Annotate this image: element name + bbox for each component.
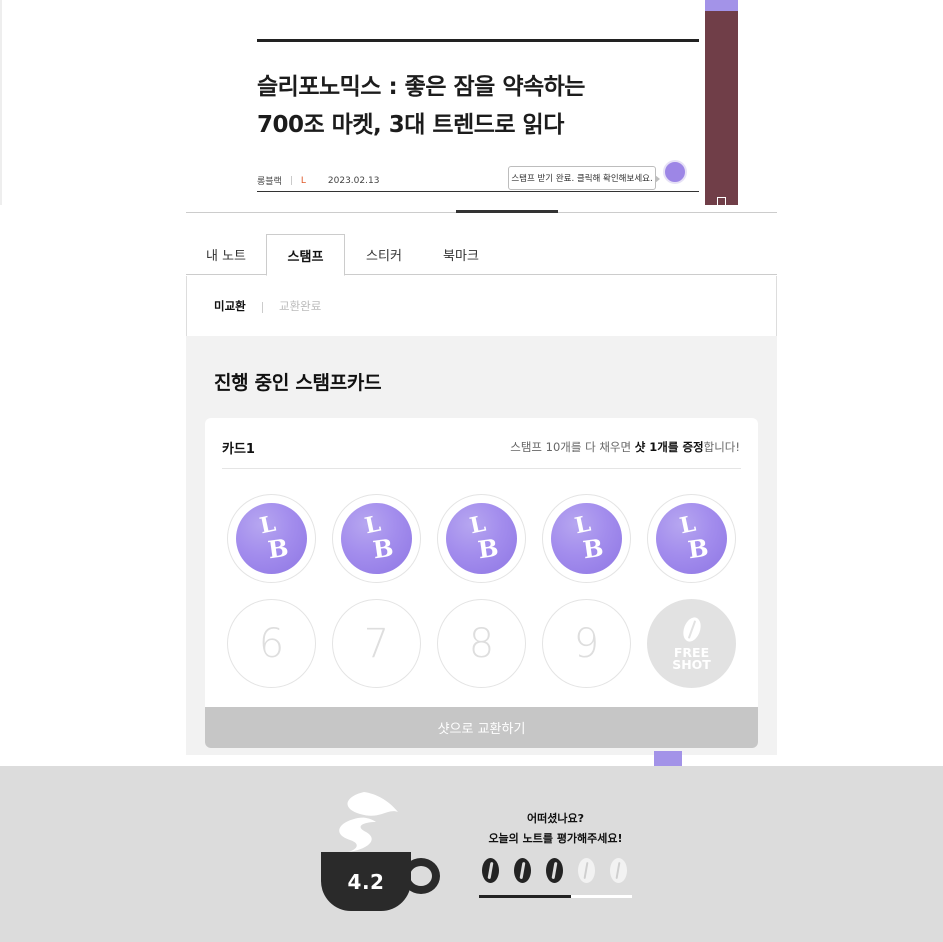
rating-progress-fill [479,895,571,898]
tab-bookmark[interactable]: 북마크 [423,234,499,275]
free-shot-slot: FREE SHOT [647,599,736,688]
article-author[interactable]: 롱블랙 [257,174,282,187]
slot-number: 8 [468,620,495,667]
rating-bean-3[interactable] [546,858,563,883]
redeem-button[interactable]: 샷으로 교환하기 [205,707,758,748]
stamp-slot: LB [542,494,631,583]
coffee-cup-icon: 4.2 [318,788,448,918]
stamp-icon: LB [236,503,307,574]
rating-bean-4[interactable] [578,858,595,883]
stamp-grid: LB LB LB LB LB 6 7 8 9 FREE SHOT [227,494,737,694]
cup-body: 4.2 [321,852,411,911]
article-title-line1: 슬리포노믹스 : 좋은 잠을 약속하는 [257,74,585,100]
notes-panel: 내 노트 스탬프 스티커 북마크 미교환 교환완료 진행 중인 스탬프카드 카드… [186,210,777,755]
meta-separator: | [289,175,293,186]
page: 슬리포노믹스 : 좋은 잠을 약속하는 700조 마켓, 3대 트렌드로 읽다 … [0,0,943,942]
article-title: 슬리포노믹스 : 좋은 잠을 약속하는 700조 마켓, 3대 트렌드로 읽다 [257,68,697,144]
stamp-slot-empty: 7 [332,599,421,688]
slot-number: 6 [258,620,285,667]
stamp-slot-empty: 8 [437,599,526,688]
tab-sticker[interactable]: 스티커 [345,234,423,275]
stamp-subtabs: 미교환 교환완료 [186,276,777,336]
stamp-letter-b: B [371,532,396,565]
free-shot-label-2: SHOT [672,656,711,672]
steam-icon [339,792,398,852]
stamp-icon[interactable] [663,160,687,184]
rating-bean-2[interactable] [514,858,531,883]
coffee-bean-icon [679,614,704,644]
accent-block [654,751,682,767]
rating-footer: 4.2 어떠셨나요? 오늘의 노트를 평가해주세요! [0,766,943,942]
side-bar-accent [705,0,738,11]
cup-handle [402,858,440,894]
stamp-slot-empty: 9 [542,599,631,688]
stamp-icon: LB [341,503,412,574]
title-top-rule [257,39,699,42]
subtab-divider [262,302,263,313]
stamp-slot: LB [437,494,526,583]
stamp-slot: LB [647,494,736,583]
rating-progress-bar [479,895,632,898]
article-title-line2: 700조 마켓, 3대 트렌드로 읽다 [257,112,564,138]
card-note-prefix: 스탬프 10개를 다 채우면 [510,440,635,454]
article-date: 2023.02.13 [327,175,380,186]
subtab-exchanged[interactable]: 교환완료 [279,298,321,314]
tab-my-notes[interactable]: 내 노트 [186,234,266,275]
left-edge [0,0,2,205]
stamp-slot: LB [227,494,316,583]
bookmark-icon[interactable] [717,197,726,206]
card-note-bold: 샷 1개를 증정 [634,440,704,454]
stamp-card: 카드1 스탬프 10개를 다 채우면 샷 1개를 증정합니다! LB LB LB… [205,418,758,748]
stamp-icon: LB [656,503,727,574]
scroll-indicator[interactable] [456,210,558,213]
card-note-suffix: 합니다! [703,440,740,454]
side-bar [705,0,738,206]
tab-stamp[interactable]: 스탬프 [266,234,345,276]
stamp-tooltip[interactable]: 스탬프 받기 완료. 클릭해 확인해보세요. [508,166,660,190]
rating-bean-5[interactable] [610,858,627,883]
stamp-slot-empty: 6 [227,599,316,688]
stamp-slot: LB [332,494,421,583]
card-note: 스탬프 10개를 다 채우면 샷 1개를 증정합니다! [510,439,740,455]
rating-bean-1[interactable] [482,858,499,883]
slot-number: 7 [363,620,390,667]
card-name: 카드1 [222,442,255,457]
stamp-letter-b: B [581,532,606,565]
article-category[interactable]: L [301,176,306,186]
rating-question-1: 어떠셨나요? [527,812,584,825]
section-title: 진행 중인 스탬프카드 [214,372,382,394]
card-divider [222,468,741,469]
rating-score: 4.2 [347,869,385,894]
meta-underline [257,191,699,192]
article-meta: 롱블랙 | L 2023.02.13 [257,174,380,188]
stamp-icon: LB [446,503,517,574]
stamp-icon: LB [551,503,622,574]
subtab-unexchanged[interactable]: 미교환 [214,298,246,314]
stamp-letter-b: B [476,532,501,565]
rating-question-2: 오늘의 노트를 평가해주세요! [488,832,623,845]
stamp-letter-b: B [266,532,291,565]
stamp-section: 진행 중인 스탬프카드 카드1 스탬프 10개를 다 채우면 샷 1개를 증정합… [186,336,777,755]
slot-number: 9 [573,620,600,667]
article-header: 슬리포노믹스 : 좋은 잠을 약속하는 700조 마켓, 3대 트렌드로 읽다 … [0,0,943,210]
rating-beans [482,858,632,884]
panel-tabs: 내 노트 스탬프 스티커 북마크 [186,234,777,276]
stamp-letter-b: B [686,532,711,565]
